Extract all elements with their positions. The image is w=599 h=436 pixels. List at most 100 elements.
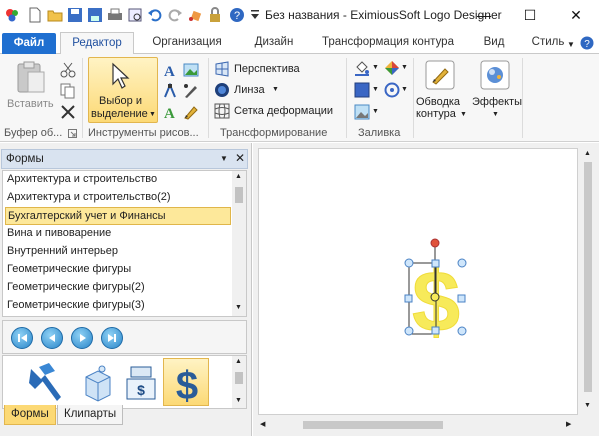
list-item[interactable]: Внутренний интерьер [5, 243, 231, 261]
save-icon[interactable] [67, 7, 83, 23]
quick-access-dropdown-icon[interactable] [250, 9, 266, 25]
last-page-icon[interactable] [101, 327, 123, 349]
select-tool-button[interactable]: Выбор и выделение ▼ [88, 57, 158, 123]
print-preview-icon[interactable] [127, 7, 143, 23]
handle-bottom[interactable] [431, 326, 440, 335]
delete-icon[interactable] [60, 104, 76, 120]
lens-dropdown-icon[interactable]: ▼ [272, 86, 279, 93]
bottom-tab-cliparts[interactable]: Клипарты [57, 405, 124, 425]
list-item[interactable]: Геометрические фигуры(3) [5, 297, 231, 315]
rotate-handle[interactable] [430, 238, 440, 248]
pencil-tool-icon[interactable] [183, 104, 199, 120]
center-handle[interactable] [430, 292, 440, 302]
effects-button[interactable]: Эффекты [472, 96, 522, 108]
shape-dollar-selected[interactable]: $ [163, 358, 209, 408]
list-item[interactable]: Вина и пивоварение [5, 225, 231, 243]
canvas-horizontal-scrollbar[interactable]: ◀ ▶ [258, 417, 578, 433]
fill-bucket-icon[interactable] [354, 60, 370, 76]
list-item[interactable]: Архитектура и строительство [5, 171, 231, 189]
scroll-up-icon[interactable]: ▲ [235, 173, 242, 180]
handle-left[interactable] [404, 294, 413, 303]
help-circle-icon[interactable]: ? [580, 36, 594, 53]
image-tool-icon[interactable] [183, 62, 199, 78]
help-icon[interactable]: ? [229, 7, 245, 23]
lens-icon[interactable] [214, 82, 230, 98]
list-item-selected[interactable]: Бухгалтерский учет и Финансы [5, 207, 231, 225]
maximize-button[interactable]: ☐ [507, 0, 553, 30]
scroll-thumb[interactable] [235, 187, 243, 203]
scroll-down-icon[interactable]: ▼ [235, 304, 242, 311]
color-picker-icon[interactable] [384, 60, 400, 76]
style-menu[interactable]: Стиль [530, 32, 566, 54]
node-tool-icon[interactable] [162, 82, 178, 99]
texture-dropdown-icon[interactable]: ▼ [372, 108, 379, 115]
first-page-icon[interactable] [11, 327, 33, 349]
paint-bucket-icon[interactable] [187, 7, 203, 23]
outline-label-2[interactable]: контура [416, 108, 456, 120]
tab-organize[interactable]: Организация [141, 32, 233, 54]
next-page-icon[interactable] [71, 327, 93, 349]
solid-fill-dropdown-icon[interactable]: ▼ [372, 86, 379, 93]
paste-button[interactable]: Вставить [7, 98, 54, 110]
previous-page-icon[interactable] [41, 327, 63, 349]
handle-bottom-right[interactable] [457, 326, 467, 336]
mesh-warp-button[interactable]: Сетка деформации [234, 105, 333, 117]
canvas-scroll-right-icon[interactable]: ▶ [566, 420, 571, 428]
paste-icon[interactable] [14, 60, 48, 99]
redo-icon[interactable] [167, 7, 183, 23]
artistic-text-icon[interactable]: A [162, 104, 178, 122]
tab-design[interactable]: Дизайн [243, 32, 305, 54]
color-picker-dropdown-icon[interactable]: ▼ [401, 64, 408, 71]
save-as-icon[interactable] [87, 7, 103, 23]
perspective-icon[interactable] [214, 61, 230, 77]
list-item[interactable]: Геометрические фигуры(2) [5, 279, 231, 297]
lens-button[interactable]: Линза [234, 84, 265, 96]
cut-icon[interactable] [60, 62, 76, 78]
style-dropdown-icon[interactable]: ▼ [567, 40, 575, 49]
thumb-scroll-down-icon[interactable]: ▼ [235, 397, 242, 404]
shape-hammer-icon[interactable] [25, 361, 65, 408]
open-folder-icon[interactable] [47, 7, 63, 23]
close-button[interactable]: ✕ [553, 0, 599, 30]
canvas-vscroll-thumb[interactable] [584, 162, 592, 392]
shape-box-icon[interactable] [78, 361, 118, 408]
text-tool-icon[interactable]: A [162, 62, 178, 80]
drawing-canvas[interactable]: $ [258, 148, 578, 415]
shape-register-icon[interactable]: $ [121, 361, 161, 408]
handle-top[interactable] [431, 259, 440, 268]
bottom-tab-shapes[interactable]: Формы [4, 405, 56, 425]
canvas-hscroll-thumb[interactable] [303, 421, 443, 429]
gradient-fill-icon[interactable] [384, 82, 400, 98]
perspective-button[interactable]: Перспектива [234, 63, 300, 75]
handle-bottom-left[interactable] [404, 326, 414, 336]
new-file-icon[interactable] [27, 7, 43, 23]
handle-top-left[interactable] [404, 258, 414, 268]
undo-icon[interactable] [147, 7, 163, 23]
canvas-scroll-left-icon[interactable]: ◀ [260, 420, 265, 428]
solid-fill-icon[interactable] [354, 82, 370, 98]
outline-label-1[interactable]: Обводка [416, 96, 460, 108]
clipboard-launcher-icon[interactable] [68, 129, 77, 141]
thumb-scroll-up-icon[interactable]: ▲ [235, 358, 242, 365]
list-scrollbar[interactable]: ▲ ▼ [232, 171, 246, 316]
copy-icon[interactable] [60, 83, 76, 99]
canvas-vertical-scrollbar[interactable]: ▲ ▼ [580, 148, 596, 415]
mesh-warp-icon[interactable] [214, 103, 230, 119]
texture-fill-icon[interactable] [354, 104, 370, 120]
tab-editor[interactable]: Редактор [60, 32, 134, 55]
minimize-button[interactable]: — [461, 0, 507, 30]
effects-dropdown-icon[interactable]: ▼ [492, 111, 499, 118]
handle-top-right[interactable] [457, 258, 467, 268]
thumb-scroll-thumb[interactable] [235, 372, 243, 384]
canvas-scroll-up-icon[interactable]: ▲ [584, 150, 591, 157]
effects-icon[interactable] [480, 60, 510, 93]
list-item[interactable]: Архитектура и строительство(2) [5, 189, 231, 207]
thumbnails-scrollbar[interactable]: ▲ ▼ [232, 356, 246, 408]
gradient-dropdown-icon[interactable]: ▼ [401, 86, 408, 93]
tab-file[interactable]: Файл [2, 33, 56, 54]
handle-right[interactable] [457, 294, 466, 303]
tab-contour-transform[interactable]: Трансформация контура [312, 32, 464, 54]
outline-dropdown-icon[interactable]: ▼ [460, 111, 467, 118]
canvas-scroll-down-icon[interactable]: ▼ [584, 402, 591, 409]
print-icon[interactable] [107, 7, 123, 23]
